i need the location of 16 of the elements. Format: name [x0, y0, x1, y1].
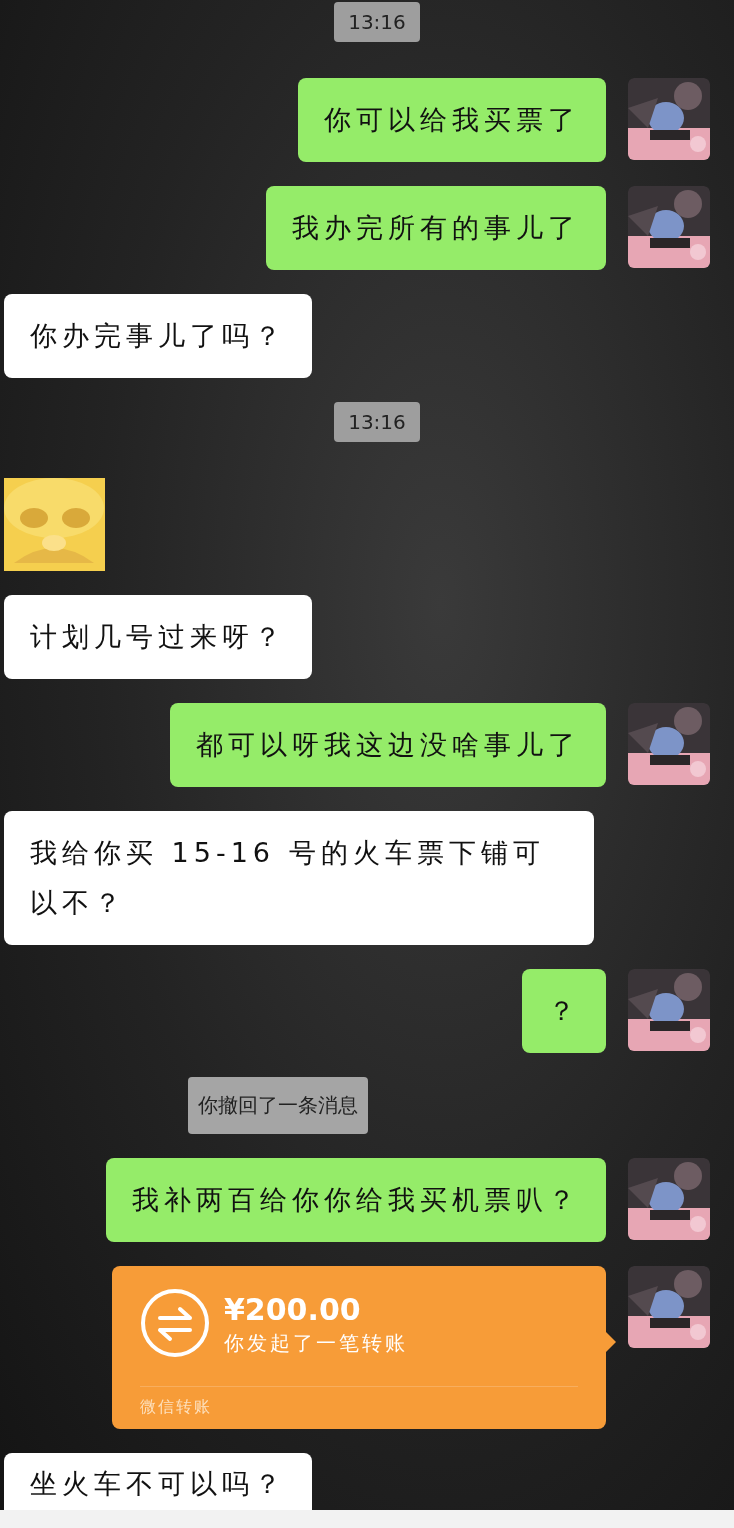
- transfer-note: 你发起了一笔转账: [224, 1330, 408, 1357]
- message-bubble: 你办完事儿了吗？: [4, 294, 312, 378]
- message-bubble: 坐火车不可以吗？: [4, 1453, 312, 1510]
- transfer-label: 微信转账: [140, 1396, 212, 1418]
- message-bubble: 计划几号过来呀？: [4, 595, 312, 679]
- timestamp: 13:16: [334, 402, 420, 442]
- message-bubble: 我补两百给你你给我买机票叭？: [106, 1158, 606, 1242]
- system-notice: 你撤回了一条消息: [188, 1077, 368, 1134]
- message-bubble: ？: [522, 969, 606, 1053]
- amount-text: ¥200.00: [224, 1292, 362, 1328]
- timestamp: 13:16: [334, 2, 420, 42]
- message-bubble: 我给你买 15-16 号的火车票下铺可以不？: [4, 811, 594, 945]
- message-bubble: 都可以呀我这边没啥事儿了: [170, 703, 606, 787]
- transfer-icon: [140, 1288, 210, 1358]
- message-bubble: 你可以给我买票了: [298, 78, 606, 162]
- message-bubble: 我办完所有的事儿了: [266, 186, 606, 270]
